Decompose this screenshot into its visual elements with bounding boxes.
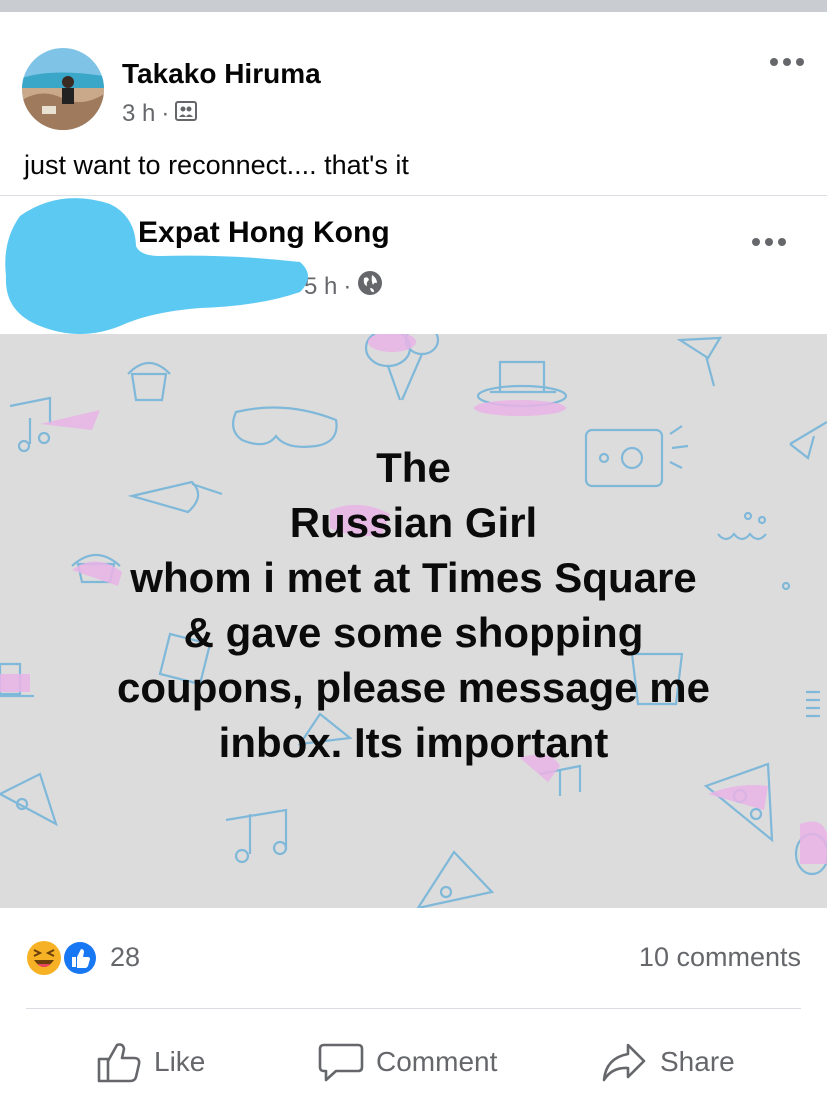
post-text-line: inbox. Its important [218, 719, 609, 766]
meta-separator: · [161, 100, 170, 127]
top-separator-bar [0, 0, 827, 12]
globe-icon [357, 270, 383, 303]
post-text-line: Russian Girl [289, 499, 538, 546]
more-horizontal-icon[interactable] [769, 52, 805, 72]
share-caption: just want to reconnect.... that's it [24, 150, 409, 180]
thumbs-up-icon [97, 1043, 141, 1083]
comment-icon [318, 1043, 364, 1082]
like-reaction-icon [62, 940, 98, 976]
post-text: The Russian Girl whom i met at Times Squ… [0, 440, 827, 770]
actions-divider [26, 1008, 801, 1009]
reaction-count[interactable]: 28 [110, 942, 140, 973]
original-post-header: Expat Hong Kong · 5 h · [0, 196, 827, 334]
share-label: Share [660, 1046, 735, 1077]
post-text-line: whom i met at Times Square [130, 554, 697, 601]
action-bar: Like Comment Share [0, 1030, 827, 1094]
more-horizontal-icon[interactable] [751, 232, 787, 252]
post-text-line: & gave some shopping [183, 609, 644, 656]
meta-separator: · [343, 272, 352, 300]
redaction-blob [5, 198, 308, 334]
engagement-bar: 28 10 comments [0, 908, 827, 1008]
comments-count[interactable]: 10 comments [639, 942, 801, 973]
share-button[interactable]: Share [600, 1038, 735, 1086]
friends-icon [175, 100, 198, 128]
like-label: Like [154, 1046, 206, 1077]
author-name[interactable]: Takako Hiruma [122, 58, 321, 90]
post-image-card[interactable]: The Russian Girl whom i met at Times Squ… [0, 334, 827, 908]
post-text-line: The [376, 444, 451, 491]
share-post-header: Takako Hiruma 3 h · just want to reconne… [0, 12, 827, 195]
comment-label: Comment [376, 1046, 498, 1077]
comment-button[interactable]: Comment [318, 1038, 497, 1086]
like-button[interactable]: Like [96, 1038, 205, 1086]
post-text-line: coupons, please message me [117, 664, 710, 711]
share-icon [602, 1043, 646, 1082]
reaction-icons[interactable] [26, 938, 106, 978]
post-time[interactable]: 3 h [122, 100, 155, 128]
post-meta: 3 h · [122, 100, 198, 128]
author-avatar[interactable] [22, 48, 104, 130]
haha-reaction-icon [27, 941, 61, 975]
